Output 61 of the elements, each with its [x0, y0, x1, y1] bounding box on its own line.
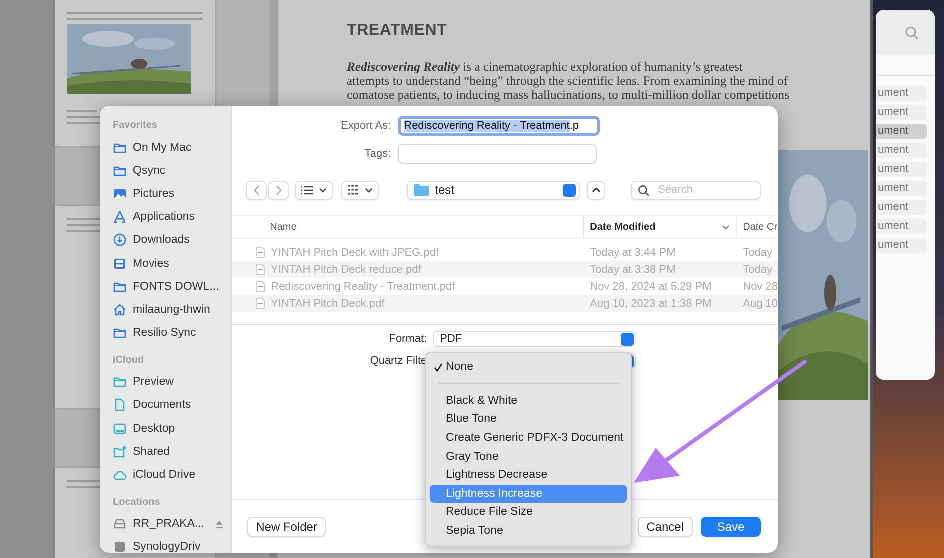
sidebar-item[interactable]: Desktop	[113, 417, 232, 440]
table-cell-text: Aug 10	[742, 298, 778, 310]
menu-item[interactable]: Reduce File Size	[430, 503, 627, 522]
export-as-field[interactable]: Rediscovering Reality - Treatment.p	[398, 116, 600, 136]
panel-list-item[interactable]: ument	[876, 86, 927, 101]
panel-list-item[interactable]: ument	[876, 124, 927, 139]
panel-list-item[interactable]: ument	[876, 143, 927, 158]
sidebar-item[interactable]: Movies	[113, 252, 232, 276]
column-header[interactable]: Date Modified	[584, 216, 738, 238]
table-cell-text: Aug 10, 2023 at 1:38 PM	[589, 298, 713, 310]
document-text-line: attempts to understand “being” through the scientific lens. From examining the mind of	[347, 74, 790, 88]
sidebar-item[interactable]: FONTS DOWL...	[113, 275, 232, 298]
table-cell-text: Today	[742, 264, 772, 276]
sidebar-item[interactable]: Applications	[113, 206, 232, 229]
menu-item[interactable]: Lightness Decrease	[430, 466, 627, 485]
format-popup[interactable]: PDF	[433, 331, 636, 347]
panel-list-item[interactable]: ument	[876, 219, 927, 234]
document-text-line: Rediscovering Reality is a cinematographic exploration of humanity’s greatest	[347, 60, 744, 74]
sidebar-section-title: Locations	[113, 496, 162, 508]
sidebar-item[interactable]: Qsync	[113, 159, 232, 182]
location-popup[interactable]: test	[407, 180, 580, 200]
sidebar-section-title: Favorites	[113, 120, 158, 131]
menu-item[interactable]: Create Generic PDFX-3 Document	[430, 428, 627, 448]
save-button[interactable]: Save	[701, 516, 761, 536]
sidebar-item[interactable]: On My Mac	[113, 136, 232, 160]
menu-item[interactable]: None	[430, 358, 627, 377]
panel-list-item[interactable]: ument	[876, 200, 927, 215]
cancel-button[interactable]: Cancel	[638, 516, 693, 536]
sidebar-item[interactable]: SynologyDriv	[113, 536, 232, 553]
format-label: Format:	[388, 333, 428, 345]
sidebar-section-title: iCloud	[113, 354, 146, 366]
tags-label: Tags:	[364, 148, 392, 160]
sidebar-item[interactable]: Downloads	[113, 228, 232, 252]
menu-item[interactable]: Gray Tone	[430, 447, 627, 466]
sidebar-item[interactable]: RR_PRAKA...	[113, 512, 232, 536]
search-field[interactable]: Search	[631, 180, 762, 200]
sidebar-item[interactable]: Pictures	[113, 182, 232, 206]
document-text-line: comatose patients, to inducing mass hallucinations, to multi-million dollar competitions	[347, 88, 790, 102]
table-cell-text: Today	[742, 246, 772, 258]
table-cell-text: Today at 3:38 PM	[589, 264, 677, 276]
panel-list-item[interactable]: ument	[876, 105, 927, 120]
menu-item[interactable]: Black & White	[430, 392, 627, 410]
table-cell-text: Today at 3:44 PM	[589, 246, 677, 258]
new-folder-button[interactable]: New Folder	[247, 516, 326, 536]
menu-item[interactable]: Blue Tone	[430, 410, 627, 429]
sidebar-item[interactable]: Documents	[113, 394, 232, 418]
panel-list-item[interactable]: ument	[876, 162, 927, 177]
document-heading: TREATMENT	[347, 22, 448, 40]
sidebar-item[interactable]: iCloud Drive	[113, 463, 232, 487]
column-header[interactable]: Name	[232, 216, 584, 238]
column-header[interactable]: Date Cr	[737, 216, 778, 238]
export-as-label: Export As:	[340, 120, 392, 132]
sidebar-item[interactable]: Resilio Sync	[113, 322, 232, 345]
sidebar-item[interactable]: Shared	[113, 440, 232, 464]
sidebar-item[interactable]: milaaung-thwin	[113, 298, 232, 322]
panel-list-item[interactable]: ument	[876, 181, 927, 196]
table-cell-text: Nov 28, 2024 at 5:29 PM	[589, 280, 713, 292]
panel-list-item[interactable]: ument	[876, 238, 927, 253]
table-cell-text: Nov 28	[742, 280, 778, 292]
sidebar-item[interactable]: Preview	[113, 370, 232, 394]
menu-item[interactable]: Sepia Tone	[430, 522, 627, 540]
